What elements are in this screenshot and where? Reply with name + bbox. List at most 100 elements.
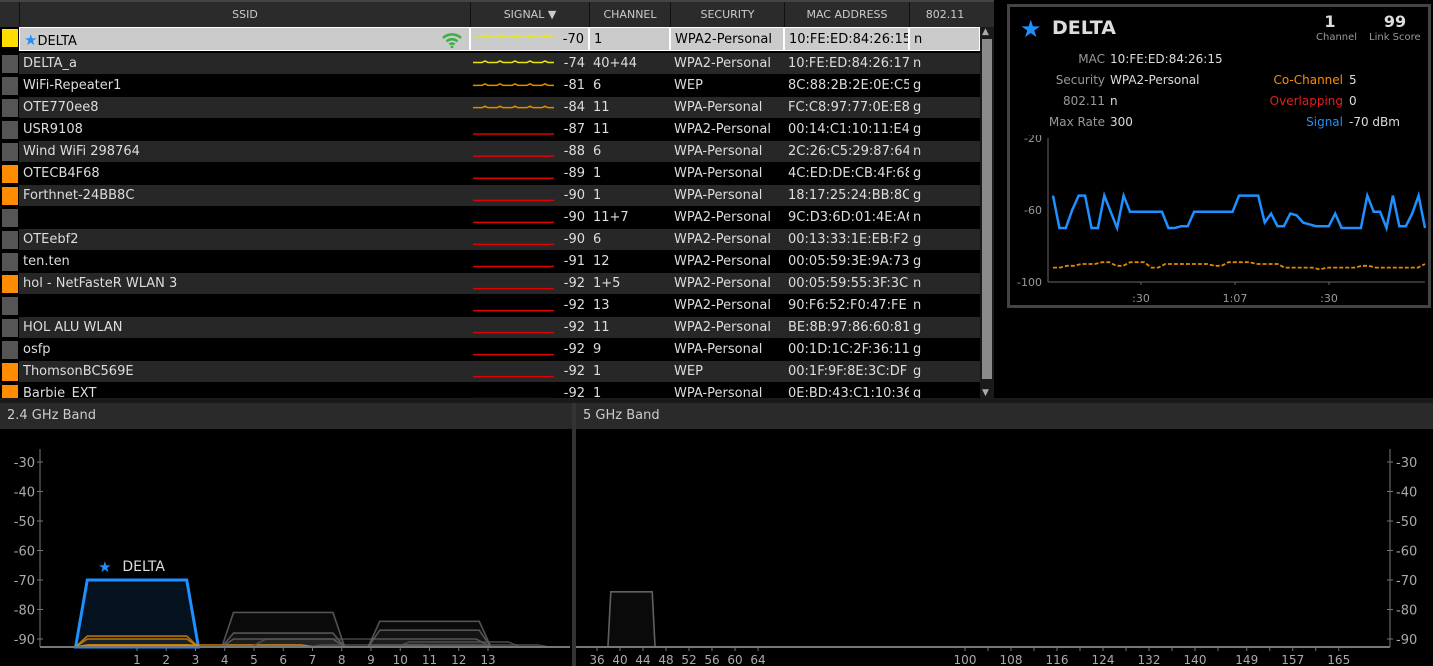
column-ssid[interactable]: SSID xyxy=(19,2,470,27)
network-color-tag xyxy=(2,55,18,73)
network-color-tag xyxy=(2,29,18,47)
network-color-tag xyxy=(2,385,18,398)
table-row[interactable]: ten.ten -91 12 WPA2-Personal 00:05:59:3E:9A:… xyxy=(0,251,980,273)
cell-security: WPA2-Personal xyxy=(670,119,784,140)
cell-mac: 00:05:59:55:3F:3C xyxy=(784,273,909,294)
signal-sparkline xyxy=(473,177,554,180)
mac: 2C:26:C5:29:87:64 xyxy=(788,144,909,159)
x-tick-label: 2 xyxy=(162,653,170,666)
signal-value: -84 xyxy=(563,100,585,115)
cell-std: n xyxy=(909,295,980,316)
cell-ssid: Forthnet-24BB8C xyxy=(19,185,470,206)
table-row[interactable]: Barbie_EXT -92 1 WPA-Personal 0E:BD:43:C1:10… xyxy=(0,383,980,398)
cell-security: WPA-Personal xyxy=(670,185,784,206)
cell-std: n xyxy=(909,53,980,74)
network-color-tag xyxy=(2,341,18,359)
table-row[interactable]: Wind WiFi 298764 -88 6 WPA-Personal 2C:26:C5… xyxy=(0,141,980,163)
table-row[interactable]: HOL ALU WLAN -92 11 WPA2-Personal BE:8B:97:8… xyxy=(0,317,980,339)
signal-value: -92 xyxy=(563,320,585,335)
y-tick-label: -50 xyxy=(1396,515,1417,530)
security: WPA-Personal xyxy=(674,342,763,357)
table-row[interactable]: OTEebf2 -90 6 WPA2-Personal 00:13:33:1E:EB:F… xyxy=(0,229,980,251)
signal-sparkline xyxy=(473,375,554,378)
mac: FC:C8:97:77:0E:E8 xyxy=(788,100,909,115)
detail-link-score: 99 xyxy=(1383,12,1407,31)
x-tick-label: 140 xyxy=(1184,653,1207,666)
signal-history-chart: -20 -60 -100:30 1:07:30 xyxy=(1017,135,1427,305)
x-tick-label: 60 xyxy=(727,653,742,666)
band-24-chart: ★ DELTA-30-40-50-60-70-80-901 2 3 4 5 6 7 8 9 10 11… xyxy=(14,449,570,666)
channel: 13 xyxy=(593,298,610,313)
table-row[interactable]: OTE770ee8 -84 11 WPA-Personal FC:C8:97:77:0E… xyxy=(0,97,980,119)
x-tick-label: 8 xyxy=(338,653,346,666)
cell-mac: 90:F6:52:F0:47:FE xyxy=(784,295,909,316)
band-5-chart: -30 -40 -50 -60 -70 -80 -90 36 40 44 48 52 56 60 64 100… xyxy=(576,449,1417,666)
cell-security: WPA2-Personal xyxy=(670,317,784,338)
x-tick-label: 36 xyxy=(589,653,604,666)
signal-value: -92 xyxy=(563,298,585,313)
table-row[interactable]: WiFi-Repeater1 -81 6 WEP 8C:88:2B:2E:0E:C5 g xyxy=(0,75,980,97)
column-80211[interactable]: 802.11 xyxy=(909,2,980,27)
security: WPA2-Personal xyxy=(675,32,772,47)
cell-std: g xyxy=(909,251,980,272)
mac: BE:8B:97:86:60:81 xyxy=(788,320,909,335)
cell-signal: -74 xyxy=(470,53,589,74)
column-signal[interactable]: SIGNAL ▼ xyxy=(470,2,589,27)
x-tick-label: 48 xyxy=(658,653,673,666)
security: WEP xyxy=(674,78,703,93)
table-row[interactable]: DELTA_a -74 40+44 WPA2-Personal 10:FE:ED:84:… xyxy=(0,53,980,75)
table-row[interactable]: osfp -92 9 WPA-Personal 00:1D:1C:2F:36:11 g xyxy=(0,339,980,361)
cell-ssid: Wind WiFi 298764 xyxy=(19,141,470,162)
cell-channel: 1 xyxy=(589,361,670,382)
table-row[interactable]: USR9108 -87 11 WPA2-Personal 00:14:C1:10:11:… xyxy=(0,119,980,141)
ssid: OTEebf2 xyxy=(23,232,79,247)
channel: 11+7 xyxy=(593,210,629,225)
y-tick-label: -50 xyxy=(14,515,35,530)
table-row[interactable]: -92 13 WPA2-Personal 90:F6:52:F0:47:FE n xyxy=(0,295,980,317)
cell-mac: 10:FE:ED:84:26:17 xyxy=(784,53,909,74)
ssid: DELTA xyxy=(37,34,77,49)
x-tick-label: 10 xyxy=(393,653,408,666)
signal-sparkline xyxy=(473,199,554,202)
scrollbar[interactable]: ▲ ▼ xyxy=(980,27,994,398)
table-row[interactable]: ★DELTA -70 1 WPA2-Personal 10:FE:ED:84:26:15… xyxy=(0,27,980,51)
table-row[interactable]: Forthnet-24BB8C -90 1 WPA-Personal 18:17:25:… xyxy=(0,185,980,207)
x-tick-label: 4 xyxy=(221,653,229,666)
band-5-header: 5 GHz Band xyxy=(576,403,1433,429)
network-trapezoid xyxy=(607,591,656,648)
x-tick-label: 124 xyxy=(1092,653,1115,666)
column-security[interactable]: SECURITY xyxy=(670,2,784,27)
signal-value: -89 xyxy=(563,166,585,181)
overlap-label: Overlapping xyxy=(1269,94,1343,108)
x-tick-label: 13 xyxy=(480,653,495,666)
table-row[interactable]: hol - NetFasteR WLAN 3 -92 1+5 WPA2-Persona… xyxy=(0,273,980,295)
signal-value: -70 dBm xyxy=(1349,115,1400,129)
mac: 90:F6:52:F0:47:FE xyxy=(788,298,907,313)
cell-channel: 12 xyxy=(589,251,670,272)
table-row[interactable]: ThomsonBC569E -92 1 WEP 00:1F:9F:8E:3C:DF g xyxy=(0,361,980,383)
signal-sparkline xyxy=(473,331,554,334)
x-tick-label: 1 xyxy=(133,653,141,666)
signal-sparkline xyxy=(473,105,554,109)
cell-channel: 1 xyxy=(589,163,670,184)
signal-sparkline xyxy=(473,397,554,398)
table-row[interactable]: -90 11+7 WPA2-Personal 9C:D3:6D:01:4E:A6 n xyxy=(0,207,980,229)
std: n xyxy=(913,144,922,159)
mac: 18:17:25:24:BB:8C xyxy=(788,188,909,203)
cell-std: g xyxy=(909,163,980,184)
column-channel[interactable]: CHANNEL xyxy=(589,2,670,27)
pane-splitter[interactable] xyxy=(0,398,1433,403)
cell-mac: FC:C8:97:77:0E:E8 xyxy=(784,97,909,118)
noise-series-line xyxy=(1053,261,1426,271)
ssid: DELTA_a xyxy=(23,56,77,71)
scrollbar-thumb[interactable] xyxy=(982,39,992,379)
scroll-down-icon[interactable]: ▼ xyxy=(982,388,989,398)
y-tick-label: -60 xyxy=(1024,204,1042,217)
cell-channel: 1 xyxy=(589,185,670,206)
security-label: Security xyxy=(1055,73,1105,87)
network-color-tag xyxy=(2,143,18,161)
scroll-up-icon[interactable]: ▲ xyxy=(982,27,989,37)
security: WPA2-Personal xyxy=(674,210,771,225)
column-mac[interactable]: MAC ADDRESS xyxy=(784,2,909,27)
table-row[interactable]: OTECB4F68 -89 1 WPA-Personal 4C:ED:DE:CB:4F:… xyxy=(0,163,980,185)
